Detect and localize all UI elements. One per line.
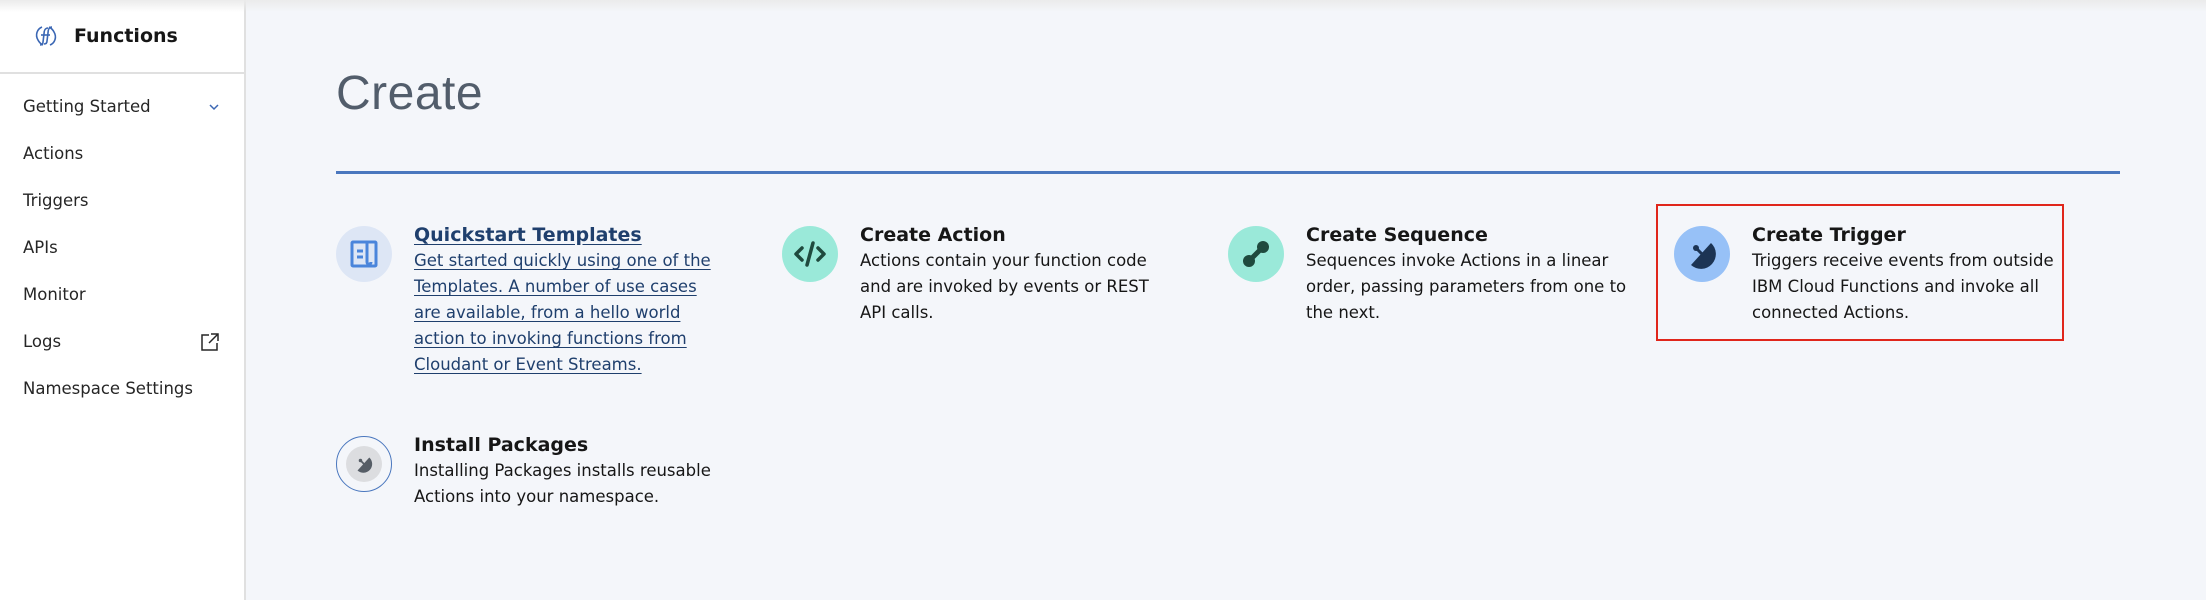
- tile-description: Actions contain your function code and a…: [860, 251, 1149, 322]
- sidebar-item-label: Namespace Settings: [23, 379, 194, 398]
- sidebar-item-actions[interactable]: Actions: [0, 130, 244, 177]
- tile-text: Create Trigger Triggers receive events f…: [1752, 224, 2074, 326]
- sidebar-item-triggers[interactable]: Triggers: [0, 177, 244, 224]
- tile-description: Sequences invoke Actions in a linear ord…: [1306, 251, 1627, 322]
- package-icon: [336, 436, 392, 492]
- tile-create-trigger[interactable]: Create Trigger Triggers receive events f…: [1674, 224, 2074, 326]
- sidebar-item-getting-started[interactable]: Getting Started: [0, 83, 244, 130]
- sequence-icon: [1228, 226, 1284, 282]
- sidebar-item-label: Monitor: [23, 285, 86, 304]
- tile-text: Create Action Actions contain your funct…: [860, 224, 1172, 326]
- sidebar-item-label: APIs: [23, 238, 58, 257]
- tile-create-action[interactable]: Create Action Actions contain your funct…: [782, 224, 1172, 326]
- chevron-down-icon[interactable]: [208, 103, 220, 111]
- sidebar-item-label: Triggers: [23, 191, 89, 210]
- sidebar-item-label: Logs: [23, 332, 62, 351]
- tile-description[interactable]: Get started quickly using one of the Tem…: [414, 248, 716, 378]
- template-book-icon: [336, 226, 392, 282]
- sidebar-item-monitor[interactable]: Monitor: [0, 271, 244, 318]
- code-icon: [782, 226, 838, 282]
- tile-text: Install Packages Installing Packages ins…: [414, 434, 736, 510]
- tile-description: Installing Packages installs reusable Ac…: [414, 461, 711, 506]
- sidebar-brand[interactable]: Functions: [0, 0, 244, 74]
- app-title: Functions: [74, 25, 178, 47]
- top-shadow: [0, 0, 2206, 12]
- sidebar-item-label: Getting Started: [23, 97, 151, 116]
- title-divider: [336, 171, 2120, 174]
- sidebar-item-logs[interactable]: Logs: [0, 318, 244, 365]
- sidebar-nav: Getting Started Actions Triggers APIs Mo…: [0, 74, 244, 412]
- tile-title: Install Packages: [414, 434, 589, 456]
- tile-title[interactable]: Quickstart Templates: [414, 222, 716, 248]
- trigger-dish-icon: [1674, 226, 1730, 282]
- sidebar-item-label: Actions: [23, 144, 84, 163]
- external-link-icon[interactable]: [200, 332, 220, 352]
- tile-title: Create Trigger: [1752, 224, 1906, 246]
- tile-quickstart-templates[interactable]: Quickstart Templates Get started quickly…: [336, 224, 716, 378]
- tile-title: Create Action: [860, 224, 1006, 246]
- tile-install-packages[interactable]: Install Packages Installing Packages ins…: [336, 434, 736, 510]
- tile-create-sequence[interactable]: Create Sequence Sequences invoke Actions…: [1228, 224, 1638, 326]
- sidebar-item-namespace-settings[interactable]: Namespace Settings: [0, 365, 244, 412]
- tile-description: Triggers receive events from outside IBM…: [1752, 251, 2054, 322]
- tile-title: Create Sequence: [1306, 224, 1488, 246]
- sidebar-item-apis[interactable]: APIs: [0, 224, 244, 271]
- tile-text: Quickstart Templates Get started quickly…: [414, 224, 716, 378]
- functions-logo-icon: [33, 23, 59, 49]
- sidebar: Functions Getting Started Actions Trigge…: [0, 0, 246, 600]
- page-title: Create: [336, 67, 484, 120]
- tile-text: Create Sequence Sequences invoke Actions…: [1306, 224, 1638, 326]
